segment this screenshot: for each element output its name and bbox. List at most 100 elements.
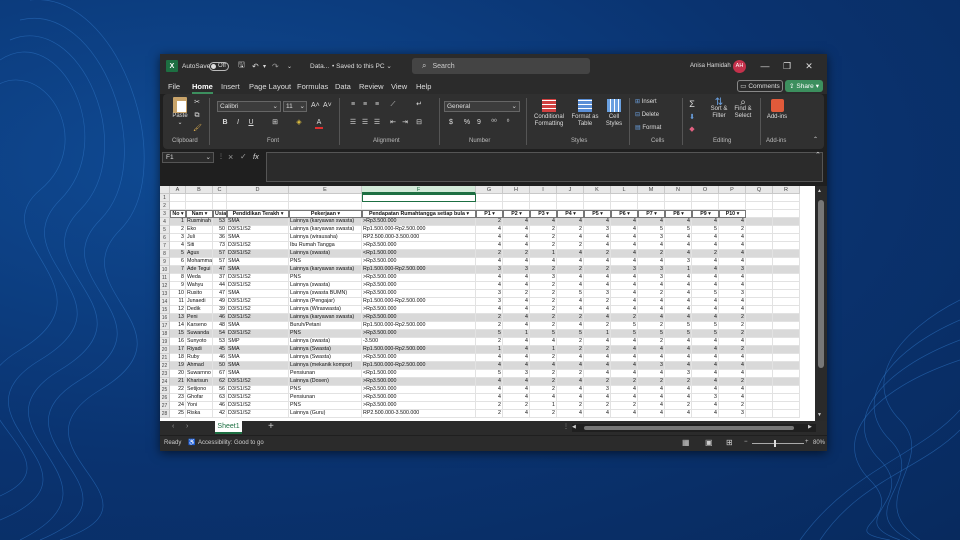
table-cell[interactable]: Buruh/Petani: [289, 322, 362, 330]
table-cell[interactable]: SMA: [227, 258, 289, 266]
table-cell[interactable]: 4: [584, 362, 611, 370]
table-cell[interactable]: PNS: [289, 386, 362, 394]
table-cell[interactable]: 1: [476, 346, 503, 354]
table-cell[interactable]: 4: [665, 298, 692, 306]
user-account[interactable]: AH: [733, 54, 746, 78]
table-cell[interactable]: 4: [503, 394, 530, 402]
table-cell[interactable]: 5: [692, 290, 719, 298]
table-cell[interactable]: [773, 410, 800, 418]
table-cell[interactable]: [746, 362, 773, 370]
table-cell[interactable]: 4: [476, 274, 503, 282]
table-cell[interactable]: 47: [213, 290, 227, 298]
table-cell[interactable]: 4: [611, 346, 638, 354]
table-cell[interactable]: 4: [584, 410, 611, 418]
table-cell[interactable]: 4: [719, 234, 746, 242]
table-cell[interactable]: 3: [638, 362, 665, 370]
table-cell[interactable]: 48: [213, 322, 227, 330]
table-cell[interactable]: [746, 218, 773, 226]
italic-button[interactable]: I: [234, 119, 242, 127]
add-ins-button[interactable]: Add-ins: [764, 99, 790, 121]
table-cell[interactable]: 4: [557, 306, 584, 314]
table-cell[interactable]: 4: [692, 314, 719, 322]
table-cell[interactable]: 1: [170, 218, 186, 226]
scroll-right-icon[interactable]: ▶: [808, 424, 812, 430]
vertical-scrollbar[interactable]: ▲ ▼: [815, 186, 827, 421]
table-cell[interactable]: [773, 354, 800, 362]
table-cell[interactable]: [665, 194, 692, 202]
table-cell[interactable]: 4: [611, 242, 638, 250]
table-cell[interactable]: 4: [611, 338, 638, 346]
row-header[interactable]: 26: [160, 394, 170, 402]
table-cell[interactable]: Juli: [186, 234, 213, 242]
table-cell[interactable]: <Rp1.500.000: [362, 370, 476, 378]
table-cell[interactable]: 4: [611, 258, 638, 266]
table-cell[interactable]: Lainnya (Pengajar): [289, 298, 362, 306]
table-cell[interactable]: >Rp3.500.000: [362, 386, 476, 394]
table-cell[interactable]: 4: [638, 354, 665, 362]
table-cell[interactable]: 4: [611, 274, 638, 282]
table-cell[interactable]: 5: [611, 322, 638, 330]
row-header[interactable]: 18: [160, 330, 170, 338]
filter-dropdown-icon[interactable]: ▾: [626, 211, 630, 217]
table-cell[interactable]: 4: [638, 370, 665, 378]
table-cell[interactable]: Ade Tegui: [186, 266, 213, 274]
table-cell[interactable]: 57: [213, 258, 227, 266]
table-cell[interactable]: 36: [213, 234, 227, 242]
table-cell[interactable]: 2: [476, 410, 503, 418]
table-cell[interactable]: 2: [503, 402, 530, 410]
save-icon[interactable]: 🖫: [238, 54, 245, 78]
table-cell[interactable]: 4: [557, 386, 584, 394]
table-cell[interactable]: Riyadi: [186, 346, 213, 354]
table-cell[interactable]: 4: [692, 410, 719, 418]
percent-button[interactable]: %: [463, 119, 471, 127]
row-header[interactable]: 5: [160, 226, 170, 234]
table-cell[interactable]: 3: [638, 266, 665, 274]
table-cell[interactable]: 4: [665, 410, 692, 418]
table-cell[interactable]: 3: [665, 370, 692, 378]
table-cell[interactable]: >Rp3.500.000: [362, 354, 476, 362]
tab-page-layout[interactable]: Page Layout: [249, 82, 291, 91]
table-cell[interactable]: 2: [530, 298, 557, 306]
align-bottom-icon[interactable]: ≡: [373, 101, 381, 109]
table-cell[interactable]: [503, 194, 530, 202]
autosum-button[interactable]: Σ: [688, 100, 696, 109]
header-cell[interactable]: P6 ▾: [611, 210, 638, 218]
header-cell[interactable]: P9 ▾: [692, 210, 719, 218]
comma-button[interactable]: 9: [475, 119, 483, 127]
table-cell[interactable]: 3: [503, 370, 530, 378]
table-cell[interactable]: 2: [638, 290, 665, 298]
table-cell[interactable]: 3: [638, 234, 665, 242]
format-cells-button[interactable]: ▤ Format: [635, 125, 661, 132]
table-cell[interactable]: [773, 330, 800, 338]
normal-view-icon[interactable]: ▦: [682, 438, 690, 447]
table-cell[interactable]: [746, 402, 773, 410]
undo-dropdown-icon[interactable]: ▾: [263, 54, 266, 78]
column-header[interactable]: B: [186, 186, 213, 194]
table-cell[interactable]: Rp1.500.000-Rp2.500.000: [362, 362, 476, 370]
table-cell[interactable]: 4: [503, 258, 530, 266]
table-cell[interactable]: 2: [530, 242, 557, 250]
table-cell[interactable]: 2: [665, 378, 692, 386]
table-cell[interactable]: 4: [665, 314, 692, 322]
table-cell[interactable]: [746, 370, 773, 378]
search-box[interactable]: ⌕ Search: [412, 58, 590, 74]
table-cell[interactable]: Ruby: [186, 354, 213, 362]
table-cell[interactable]: [773, 314, 800, 322]
align-left-icon[interactable]: ☰: [349, 119, 357, 127]
table-cell[interactable]: 4: [665, 306, 692, 314]
page-layout-view-icon[interactable]: ▣: [705, 438, 713, 447]
table-cell[interactable]: 4: [503, 226, 530, 234]
table-cell[interactable]: Dedik: [186, 306, 213, 314]
table-cell[interactable]: [773, 226, 800, 234]
table-cell[interactable]: [773, 258, 800, 266]
table-cell[interactable]: >Rp3.500.000: [362, 242, 476, 250]
table-cell[interactable]: 3: [692, 394, 719, 402]
table-cell[interactable]: 4: [719, 274, 746, 282]
horizontal-scrollbar[interactable]: ◀ ▶: [572, 424, 816, 432]
table-cell[interactable]: 4: [692, 258, 719, 266]
table-cell[interactable]: 57: [213, 250, 227, 258]
table-cell[interactable]: >Rp3.500.000: [362, 274, 476, 282]
table-cell[interactable]: 53: [213, 338, 227, 346]
find-select-button[interactable]: ⌕ Find & Select: [730, 98, 756, 120]
table-cell[interactable]: Ghofar: [186, 394, 213, 402]
